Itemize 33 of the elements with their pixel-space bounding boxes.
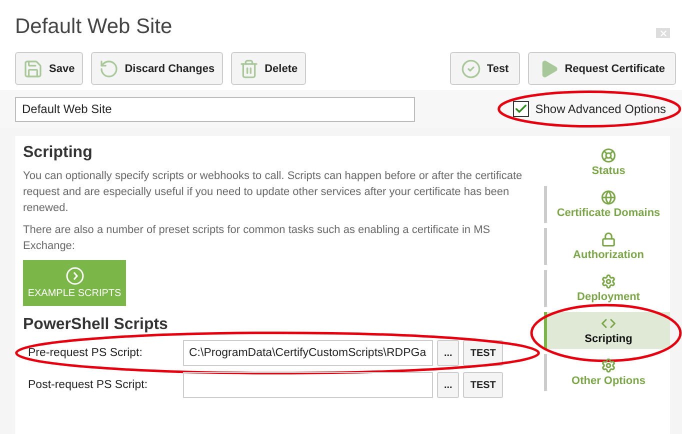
gear-icon — [601, 358, 616, 373]
save-icon — [23, 58, 43, 78]
gear-icon — [601, 274, 616, 289]
section-title: PowerShell Scripts — [23, 316, 169, 334]
chevron-circle-icon — [66, 267, 84, 285]
lifebuoy-icon — [601, 148, 616, 163]
name-field[interactable]: Default Web Site — [15, 96, 415, 122]
close-icon — [658, 28, 668, 38]
script-path-field[interactable]: C:\ProgramData\CertifyCustomScripts\RDPGa — [183, 340, 433, 366]
field-label: Post-request PS Script: — [28, 379, 149, 391]
description-text: There are also a number of preset scripts for common tasks such as enabling a certificate in MS Exchange: — [23, 223, 492, 254]
check-circle-icon — [460, 58, 481, 78]
field-label: Pre-request PS Script: — [28, 347, 144, 359]
description-text: You can optionally specify scripts or webhooks to call. Scripts can happen before or after the certificate request and are especially useful if you need to update other services after your certificate has been renewed. — [23, 169, 524, 216]
section-title: Scripting — [23, 144, 94, 162]
toolbar-button[interactable]: Save — [15, 52, 83, 85]
nav-item[interactable]: Scripting — [544, 312, 670, 349]
code-icon — [601, 316, 616, 331]
checkbox-label: Show Advanced Options — [535, 102, 666, 116]
toolbar-button[interactable]: Request Certificate — [528, 52, 676, 85]
toolbar-button[interactable]: Delete — [230, 52, 306, 85]
lock-icon — [601, 232, 616, 247]
undo-icon — [98, 58, 119, 78]
trash-icon — [238, 58, 259, 78]
toolbar-button[interactable]: Discard Changes — [90, 52, 223, 85]
browse-button[interactable]: ... — [437, 340, 460, 366]
globe-icon — [601, 190, 616, 205]
checkbox[interactable] — [513, 101, 530, 117]
script-path-field[interactable] — [183, 372, 433, 398]
window-title: Default Web Site — [15, 15, 172, 39]
browse-button[interactable]: ... — [437, 372, 460, 398]
test-button[interactable]: TEST — [463, 372, 503, 398]
toolbar-button[interactable]: Test — [450, 52, 520, 85]
